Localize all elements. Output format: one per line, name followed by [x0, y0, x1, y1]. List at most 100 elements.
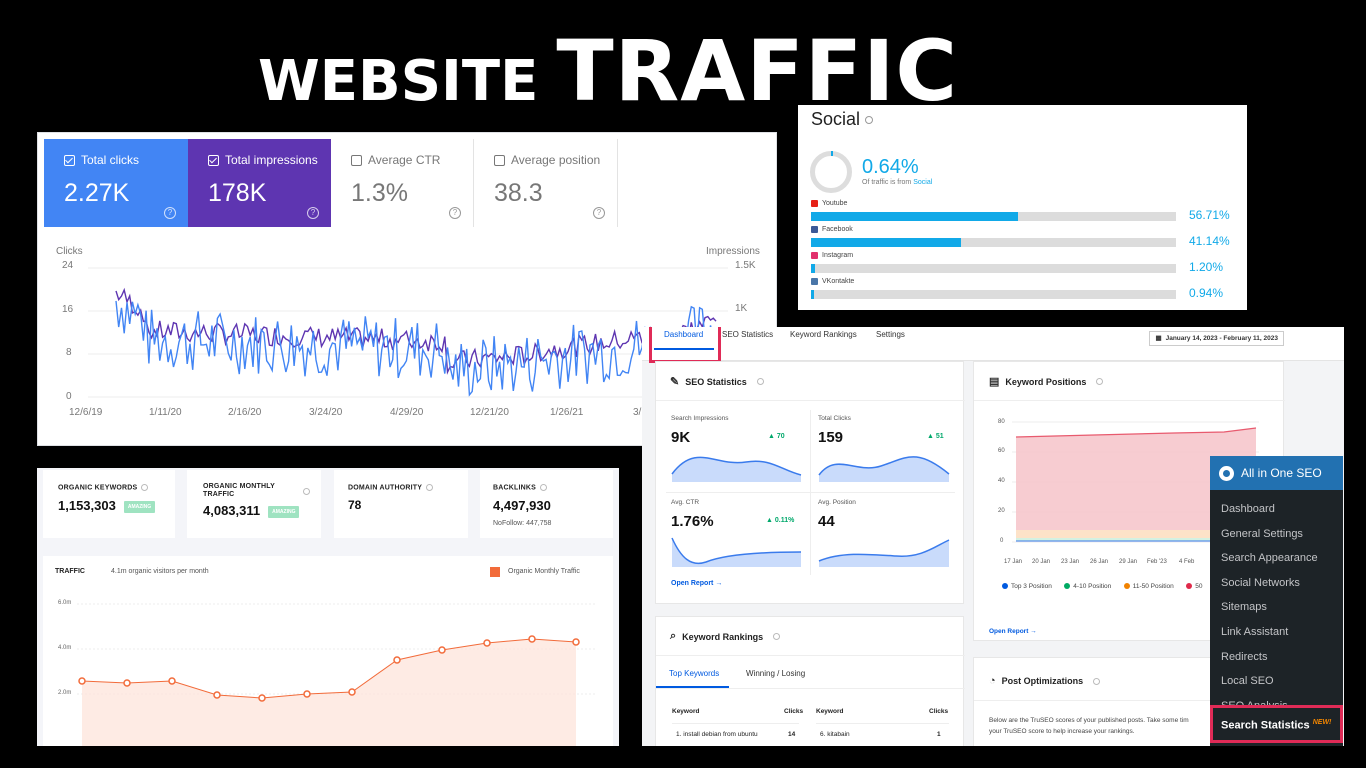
- share-bar-track: [811, 238, 1176, 247]
- legend-label: Top 3 Position: [1011, 582, 1052, 590]
- tab-top-keywords[interactable]: Top Keywords: [669, 669, 719, 678]
- chart-legend: Top 3 Position 4-10 Position 11-50 Posit…: [1002, 576, 1210, 594]
- social-network-icon: [811, 200, 818, 207]
- impressions-series-line: [115, 287, 717, 375]
- aioseo-submenu: Dashboard General Settings Search Appear…: [1210, 490, 1343, 718]
- column-header: Keyword: [672, 708, 700, 715]
- new-badge: NEW!: [1312, 719, 1332, 726]
- legend-dot: [1123, 583, 1130, 589]
- caption-text: Of traffic is from: [862, 179, 912, 186]
- dashboard-tabs: Dashboard SEO Statistics Keyword Ranking…: [642, 327, 1344, 363]
- menu-item-sitemaps[interactable]: Sitemaps: [1210, 595, 1343, 620]
- traffic-point: [123, 679, 131, 687]
- menu-item-link-assistant[interactable]: Link Assistant: [1210, 620, 1343, 645]
- menu-item-social-networks[interactable]: Social Networks: [1210, 571, 1343, 596]
- share-bar-fill: [811, 290, 815, 299]
- sparkline-position: [819, 540, 949, 567]
- help-icon[interactable]: [773, 633, 781, 640]
- date-range-picker[interactable]: ▦ January 14, 2023 - February 11, 2023: [1149, 331, 1284, 346]
- description-line: your TruSEO score to help increase your …: [989, 728, 1135, 735]
- table-cell: 1: [937, 731, 941, 738]
- calendar-icon: ▦: [1155, 335, 1162, 342]
- legend-item[interactable]: Top 3 Position: [1002, 583, 1052, 590]
- legend-item[interactable]: 11-50 Position: [1123, 582, 1174, 590]
- legend-dot: [1186, 583, 1193, 589]
- menu-item-search-statistics[interactable]: Search Statistics NEW!: [1210, 705, 1343, 743]
- social-traffic-panel: Social 0.64% Of traffic is from Social Y…: [798, 105, 1247, 310]
- menu-item-label: Search Statistics: [1221, 719, 1310, 732]
- share-percent: 1.20%: [1189, 260, 1224, 274]
- x-tick: Feb '23: [1147, 559, 1167, 565]
- tab-settings[interactable]: Settings: [876, 330, 905, 339]
- aioseo-menu-header[interactable]: All in One SEO: [1210, 456, 1343, 490]
- traffic-point: [78, 677, 86, 685]
- social-share-caption: Of traffic is from Social: [862, 179, 932, 186]
- open-report-link[interactable]: Open Report →: [989, 628, 1037, 635]
- share-bar-fill: [811, 264, 816, 273]
- traffic-point: [213, 691, 221, 699]
- menu-item-dashboard[interactable]: Dashboard: [1210, 497, 1343, 522]
- gauge-icon: ◔: [989, 675, 996, 687]
- menu-item-redirects[interactable]: Redirects: [1210, 645, 1343, 670]
- help-icon[interactable]: [1093, 677, 1101, 685]
- traffic-point: [303, 690, 311, 698]
- menu-item-general-settings[interactable]: General Settings: [1210, 522, 1343, 547]
- open-report-link[interactable]: Open Report →: [671, 580, 722, 587]
- share-bar-track: [811, 290, 1176, 299]
- divider: [656, 655, 965, 656]
- column-header: Keyword: [816, 708, 844, 715]
- social-network-icon: [811, 226, 818, 233]
- share-bar-track: [811, 264, 1176, 273]
- divider: [656, 688, 965, 689]
- menu-item-search-appearance[interactable]: Search Appearance: [1210, 546, 1343, 571]
- legend-item[interactable]: 4-10 Position: [1064, 583, 1111, 590]
- x-tick: 29 Jan: [1119, 559, 1138, 565]
- share-bar-fill: [811, 212, 1018, 221]
- table-cell: 14: [788, 731, 796, 738]
- x-tick: 23 Jan: [1061, 559, 1080, 565]
- social-row: VKontakte 0.94%: [811, 277, 1241, 301]
- legend-label: 11-50 Position: [1132, 582, 1174, 590]
- social-row: Facebook 41.14%: [811, 225, 1241, 249]
- info-icon[interactable]: [865, 116, 873, 124]
- active-tab-indicator: [656, 686, 729, 688]
- traffic-point: [528, 635, 536, 643]
- highlight-box: [649, 327, 721, 363]
- x-tick: 4 Feb: [1179, 559, 1195, 565]
- social-row: Instagram 1.20%: [811, 251, 1241, 275]
- traffic-point: [572, 638, 580, 646]
- seo-stat-sparklines: [671, 456, 950, 567]
- sparkline-impressions: [672, 457, 801, 482]
- legend-dot: [1002, 583, 1008, 589]
- social-link[interactable]: Social: [913, 179, 932, 186]
- aioseo-logo-icon: [1219, 465, 1234, 481]
- social-network-icon: [811, 278, 818, 285]
- social-network-name: VKontakte: [822, 278, 855, 285]
- tab-keyword-rankings[interactable]: Keyword Rankings: [790, 330, 857, 339]
- legend-label: 4-10 Position: [1073, 582, 1112, 590]
- x-tick: 20 Jan: [1032, 559, 1051, 565]
- description-line: Below are the TruSEO scores of your publ…: [989, 717, 1189, 724]
- share-percent: 41.14%: [1189, 234, 1230, 248]
- title-word-website: WEBSITE: [258, 49, 539, 114]
- column-header: Clicks: [784, 708, 804, 715]
- legend-label: 50: [1195, 582, 1203, 590]
- tab-seo-statistics[interactable]: SEO Statistics: [722, 330, 773, 339]
- traffic-point: [168, 677, 176, 685]
- legend-dot: [1064, 583, 1071, 589]
- divider: [672, 723, 799, 724]
- menu-item-local-seo[interactable]: Local SEO: [1210, 669, 1343, 694]
- traffic-point: [258, 694, 266, 702]
- box-title-text: Post Optimizations: [1001, 676, 1084, 686]
- share-percent: 0.94%: [1189, 286, 1224, 300]
- x-tick: 26 Jan: [1090, 559, 1109, 565]
- legend-item[interactable]: 50: [1186, 583, 1202, 590]
- search-list-icon: ⌕: [670, 630, 677, 642]
- date-range-text: January 14, 2023 - February 11, 2023: [1165, 335, 1278, 342]
- social-share-value: 0.64%: [862, 156, 919, 178]
- clicks-series-line: [115, 300, 717, 397]
- table-cell: 6. kitabain: [820, 731, 850, 738]
- divider: [816, 723, 949, 724]
- tab-winning-losing[interactable]: Winning / Losing: [746, 669, 805, 678]
- social-row: Youtube 56.71%: [811, 199, 1241, 223]
